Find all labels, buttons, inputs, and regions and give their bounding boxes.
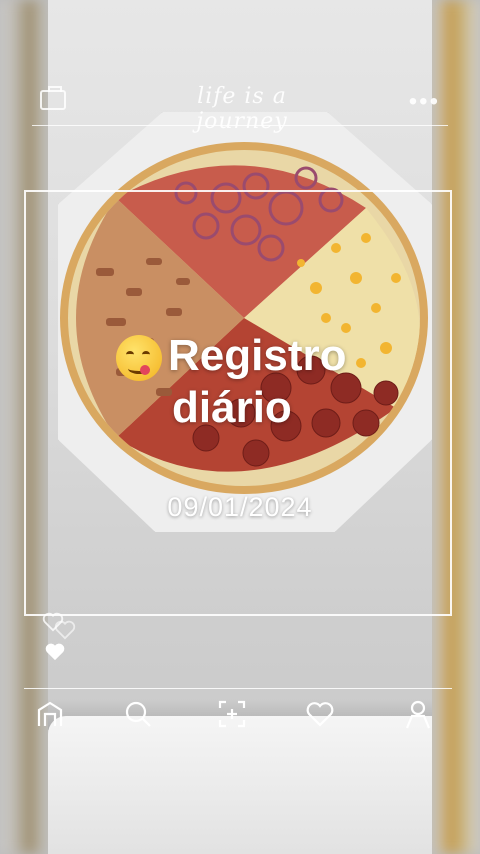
yum-face-emoji [116, 335, 162, 382]
more-dots-icon[interactable]: ••• [409, 88, 440, 116]
frame-icon[interactable] [40, 86, 66, 110]
heart-filled-icon[interactable] [44, 642, 66, 662]
title-line2: diário [172, 383, 292, 432]
date-label: 09/01/2024 [167, 492, 313, 522]
search-icon[interactable] [122, 698, 154, 730]
heart-icon[interactable] [304, 698, 336, 730]
heart-outline-small-icon [54, 620, 76, 640]
top-divider [32, 125, 448, 126]
slogan-text: life is a journey [196, 84, 288, 134]
card-title: Registro diário [116, 330, 416, 434]
top-bar: life is a journey ••• [32, 84, 448, 134]
profile-icon[interactable] [402, 698, 434, 730]
bottom-nav [24, 696, 452, 736]
nav-divider [24, 688, 452, 689]
title-line1: Registro [168, 331, 347, 380]
second-pizza-box [48, 716, 432, 854]
scan-add-icon[interactable] [216, 698, 248, 730]
home-icon[interactable] [34, 698, 66, 730]
